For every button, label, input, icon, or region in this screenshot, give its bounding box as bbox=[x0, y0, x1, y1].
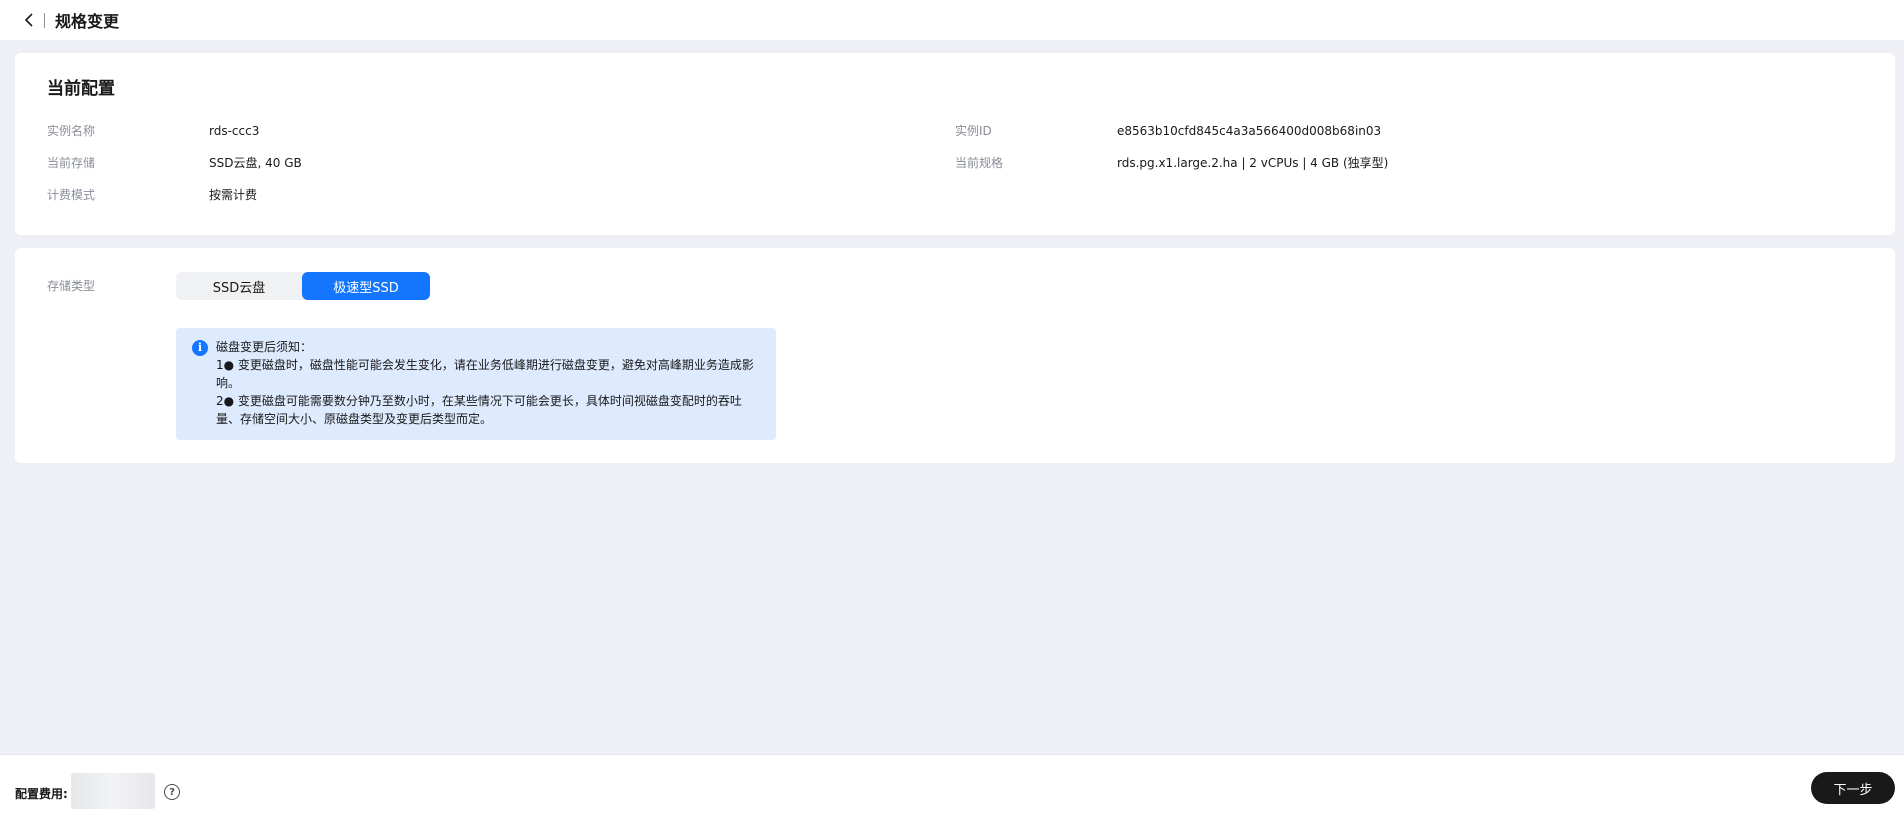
question-circle-icon[interactable]: ? bbox=[164, 784, 180, 800]
storage-type-card: 存储类型 SSD云盘 极速型SSD i 磁盘变更后须知： 1● 变更磁盘时，磁盘… bbox=[15, 248, 1895, 463]
instance-id-label: 实例ID bbox=[955, 124, 992, 138]
instance-id-value: e8563b10cfd845c4a3a566400d008b68in03 bbox=[1117, 124, 1382, 138]
notice-title: 磁盘变更后须知： bbox=[216, 340, 313, 354]
current-spec-value: rds.pg.x1.large.2.ha | 2 vCPUs | 4 GB (独… bbox=[1117, 156, 1389, 170]
config-fee-label: 配置费用: bbox=[15, 787, 68, 801]
info-icon: i bbox=[192, 340, 208, 356]
instance-name-value: rds-ccc3 bbox=[209, 124, 260, 138]
disk-change-notice: i 磁盘变更后须知： 1● 变更磁盘时，磁盘性能可能会发生变化，请在业务低峰期进… bbox=[176, 328, 776, 440]
notice-item-1: 1● 变更磁盘时，磁盘性能可能会发生变化，请在业务低峰期进行磁盘变更，避免对高峰… bbox=[216, 358, 754, 372]
storage-type-selector: SSD云盘 极速型SSD bbox=[176, 272, 430, 300]
current-storage-label: 当前存储 bbox=[47, 156, 96, 170]
title-divider bbox=[44, 12, 45, 28]
current-spec-label: 当前规格 bbox=[955, 156, 1004, 170]
current-storage-value: SSD云盘, 40 GB bbox=[209, 156, 302, 170]
notice-item-2: 2● 变更磁盘可能需要数分钟乃至数小时，在某些情况下可能会更长，具体时间视磁盘变… bbox=[216, 394, 742, 408]
notice-item-2-cont: 量、存储空间大小、原磁盘类型及变更后类型而定。 bbox=[216, 412, 493, 426]
billing-mode-value: 按需计费 bbox=[209, 188, 258, 202]
config-fee-value bbox=[71, 773, 155, 809]
back-button[interactable] bbox=[22, 11, 36, 29]
page-title: 规格变更 bbox=[55, 12, 120, 31]
storage-option-extreme-ssd[interactable]: 极速型SSD bbox=[302, 272, 430, 300]
notice-item-1-cont: 响。 bbox=[216, 376, 241, 390]
instance-name-label: 实例名称 bbox=[47, 124, 96, 138]
current-config-heading: 当前配置 bbox=[47, 79, 115, 99]
storage-option-ssd[interactable]: SSD云盘 bbox=[176, 272, 302, 300]
chevron-left-icon bbox=[24, 13, 33, 27]
page-header: 规格变更 bbox=[0, 0, 1904, 40]
storage-type-label: 存储类型 bbox=[47, 279, 96, 293]
billing-mode-label: 计费模式 bbox=[47, 188, 96, 202]
footer-bar: 配置费用: ? 下一步 bbox=[0, 754, 1904, 820]
next-step-button[interactable]: 下一步 bbox=[1811, 772, 1895, 804]
current-config-card: 当前配置 实例名称 rds-ccc3 实例ID e8563b10cfd845c4… bbox=[15, 53, 1895, 235]
